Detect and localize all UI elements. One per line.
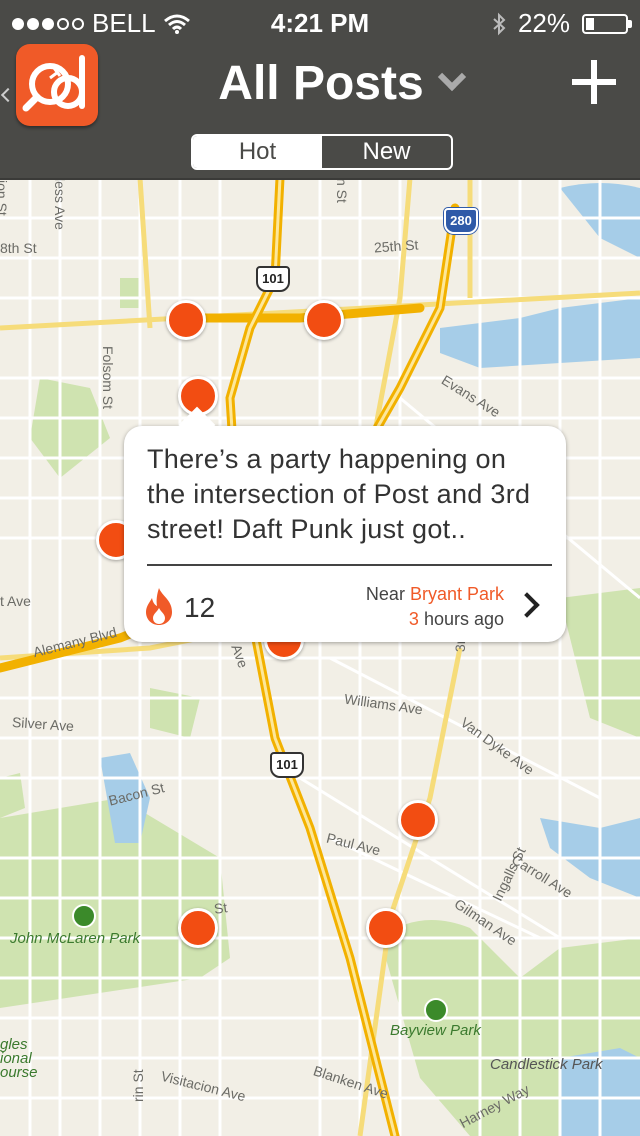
map-label: t Ave xyxy=(0,593,31,609)
battery-icon xyxy=(582,13,632,34)
map-label: St xyxy=(212,899,229,917)
near-prefix: Near xyxy=(365,584,405,604)
highway-101-shield: 101 xyxy=(256,266,290,292)
status-right: 22% xyxy=(492,8,632,39)
post-pin[interactable] xyxy=(366,908,406,948)
feed-title-dropdown[interactable]: All Posts xyxy=(0,56,640,111)
post-meta: Near Bryant Park 3 hours ago xyxy=(366,582,504,632)
post-callout[interactable]: There’s a party happening on the interse… xyxy=(124,426,566,642)
post-pin[interactable] xyxy=(304,300,344,340)
map-label: rin St xyxy=(130,1069,146,1102)
segment-hot[interactable]: Hot xyxy=(193,136,322,168)
post-pin[interactable] xyxy=(398,800,438,840)
park-label-bayview: Bayview Park xyxy=(390,1022,481,1039)
map-label: ion St xyxy=(0,180,10,216)
interstate-280-shield: 280 xyxy=(444,208,478,234)
highway-101-shield: 101 xyxy=(270,752,304,778)
post-pin[interactable] xyxy=(166,300,206,340)
map-label: 8th St xyxy=(0,240,37,256)
post-pin[interactable] xyxy=(178,908,218,948)
segment-new[interactable]: New xyxy=(322,136,451,168)
navigation-bar: All Posts Hot New xyxy=(0,40,640,180)
fire-icon xyxy=(146,588,172,625)
sort-segmented-control[interactable]: Hot New xyxy=(191,134,453,170)
chevron-right-icon[interactable] xyxy=(514,592,540,618)
street-label-folsom: Folsom St xyxy=(100,346,116,410)
park-tree-icon xyxy=(424,998,448,1022)
add-post-button[interactable] xyxy=(572,60,616,104)
post-location-link[interactable]: Bryant Park xyxy=(410,584,504,604)
map-label: n St xyxy=(334,178,350,203)
park-tree-icon xyxy=(72,904,96,928)
post-text: There’s a party happening on the interse… xyxy=(147,444,531,544)
post-time-value: 3 xyxy=(408,609,419,629)
post-score: 12 xyxy=(184,592,216,623)
chevron-down-icon xyxy=(437,62,466,91)
divider xyxy=(147,564,552,566)
map-label: less Ave xyxy=(52,178,68,230)
battery-percent: 22% xyxy=(517,8,570,38)
map-label: ourse xyxy=(0,1064,38,1081)
status-bar: BELL 4:21 PM 22% xyxy=(0,0,640,40)
park-label-candlestick: Candlestick Park xyxy=(490,1056,603,1073)
park-label-mclaren: John McLaren Park xyxy=(10,930,141,947)
map-view[interactable]: ion St less Ave 8th St n St 25th St Fols… xyxy=(0,178,640,1136)
street-label-25th: 25th St xyxy=(373,236,419,256)
post-time-suffix: hours ago xyxy=(423,609,504,629)
page-title: All Posts xyxy=(218,57,424,110)
bluetooth-icon xyxy=(493,12,506,35)
